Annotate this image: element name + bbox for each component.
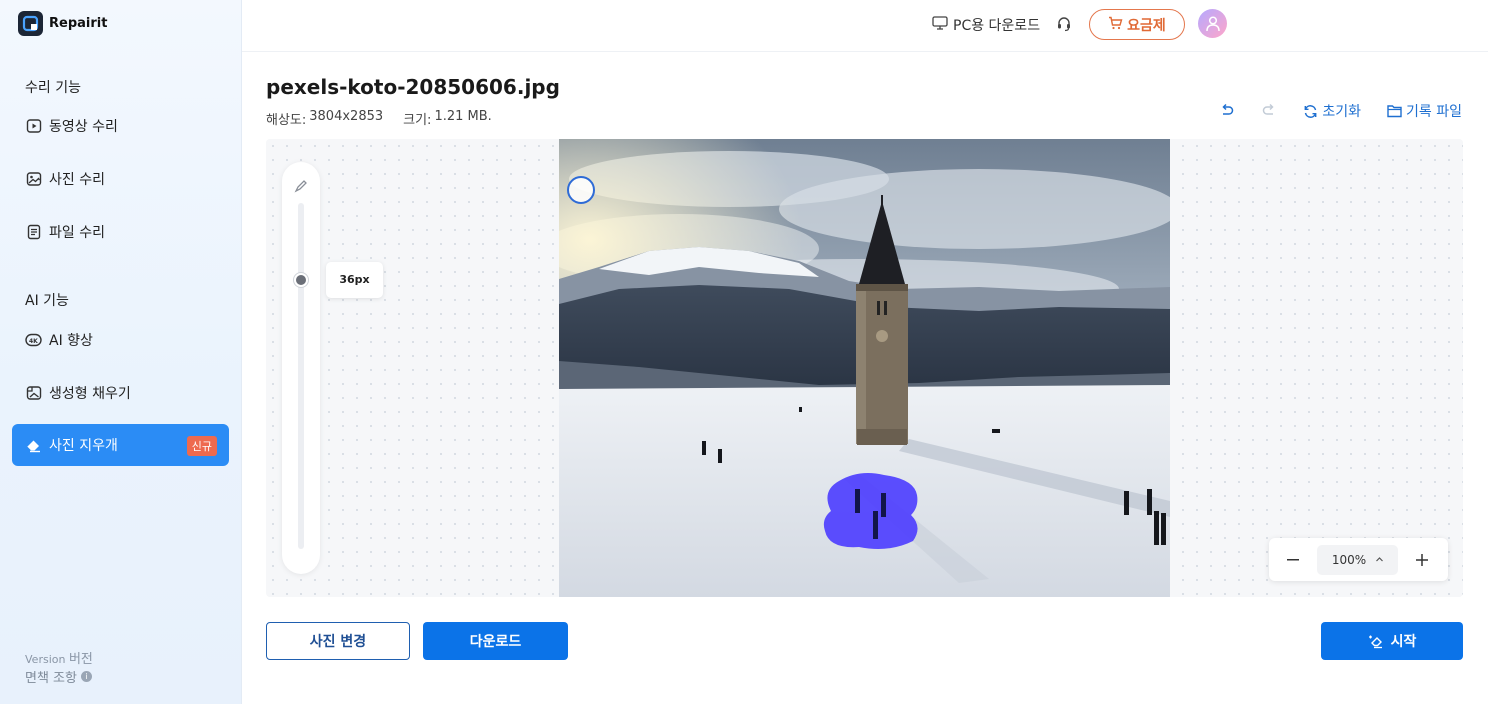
sidebar-item-label: 생성형 채우기 [49, 386, 131, 402]
sidebar: Repairit 수리 기능 동영상 수리 사진 수리 파일 수리 AI 기능 … [0, 0, 242, 704]
image-icon [25, 171, 42, 188]
brush-size-tooltip: 36px [326, 261, 383, 298]
refresh-icon [1304, 104, 1317, 118]
version-label: Version [25, 653, 66, 666]
editor-canvas[interactable] [266, 139, 1463, 597]
undo-button[interactable] [1219, 103, 1235, 119]
ai-enhance-icon: 4K [25, 332, 42, 349]
eraser-icon [25, 437, 42, 454]
sidebar-item-photo-repair[interactable]: 사진 수리 [12, 158, 229, 200]
app-name: Repairit [49, 16, 108, 31]
brush-size-slider-track[interactable] [298, 203, 304, 549]
svg-text:4K: 4K [29, 338, 38, 345]
version-info: Version 버전 [25, 648, 93, 667]
download-label: 다운로드 [469, 634, 522, 650]
zoom-level-select[interactable]: 100% [1317, 544, 1398, 575]
start-label: 시작 [1390, 634, 1417, 650]
topbar [242, 0, 1488, 52]
sidebar-item-label: 사진 지우개 [49, 438, 118, 454]
sidebar-item-label: 동영상 수리 [49, 119, 118, 135]
size-label: 크기: [403, 113, 432, 128]
new-badge: 신규 [186, 436, 217, 456]
brush-cursor [567, 176, 595, 204]
repairit-logo-icon [18, 11, 43, 36]
redo-button[interactable] [1261, 103, 1277, 119]
disclaimer-link[interactable]: 면책 조항 i [25, 667, 92, 686]
change-photo-label: 사진 변경 [309, 634, 367, 650]
zoom-out-button[interactable] [1269, 538, 1317, 581]
info-icon: i [80, 671, 92, 682]
size-value: 1.21 MB. [434, 109, 492, 124]
user-icon [1205, 16, 1220, 32]
sidebar-item-ai-enhance[interactable]: 4K AI 향상 [12, 319, 229, 361]
pc-download-link[interactable]: PC용 다운로드 [932, 15, 1040, 35]
user-avatar[interactable] [1198, 9, 1227, 38]
resolution-label: 해상도: [266, 113, 307, 128]
reset-label: 초기화 [1322, 104, 1362, 120]
sparkle-eraser-icon [1368, 635, 1382, 648]
app-logo[interactable]: Repairit [18, 11, 107, 36]
disclaimer-label: 면책 조항 [25, 671, 77, 686]
brush-icon [294, 178, 308, 197]
sidebar-item-file-repair[interactable]: 파일 수리 [12, 211, 229, 253]
sidebar-item-label: 파일 수리 [49, 225, 105, 241]
change-photo-button[interactable]: 사진 변경 [266, 622, 410, 660]
cart-icon [1108, 16, 1123, 34]
pc-download-label: PC용 다운로드 [953, 18, 1041, 34]
plus-icon [1416, 553, 1428, 566]
version-text: 버전 [68, 652, 93, 667]
pricing-button[interactable]: 요금제 [1089, 9, 1185, 40]
brush-size-slider-thumb[interactable] [294, 272, 308, 287]
zoom-level-value: 100% [1331, 552, 1367, 567]
file-icon [25, 224, 42, 241]
sidebar-item-video-repair[interactable]: 동영상 수리 [12, 105, 229, 147]
monitor-icon [932, 16, 948, 34]
file-name: pexels-koto-20850606.jpg [266, 75, 560, 99]
headset-support-icon[interactable] [1056, 15, 1072, 33]
section-title-ai: AI 기능 [25, 293, 69, 309]
file-meta: 해상도: 3804x2853 크기: 1.21 MB. [266, 109, 492, 128]
section-title-repair: 수리 기능 [25, 80, 81, 96]
pricing-label: 요금제 [1127, 17, 1166, 34]
resolution-info: 해상도: 3804x2853 [266, 109, 383, 128]
redo-icon [1263, 103, 1274, 115]
photo-image [559, 139, 1170, 597]
brush-size-panel [282, 162, 320, 574]
chevron-up-icon [1376, 557, 1384, 562]
undo-icon [1222, 103, 1234, 115]
minus-icon [1287, 558, 1299, 560]
sidebar-item-label: AI 향상 [49, 333, 93, 349]
zoom-control: 100% [1269, 538, 1448, 581]
download-button[interactable]: 다운로드 [423, 622, 568, 660]
sidebar-item-photo-eraser[interactable]: 사진 지우개 신규 [12, 424, 229, 466]
start-button[interactable]: 시작 [1321, 622, 1463, 660]
size-info: 크기: 1.21 MB. [403, 109, 492, 128]
history-files-button[interactable]: 기록 파일 [1387, 101, 1462, 121]
photo-preview[interactable] [559, 139, 1170, 597]
generative-fill-icon [25, 385, 42, 402]
zoom-in-button[interactable] [1398, 538, 1446, 581]
sidebar-item-label: 사진 수리 [49, 172, 105, 188]
sidebar-item-generative-fill[interactable]: 생성형 채우기 [12, 372, 229, 414]
folder-icon [1387, 105, 1402, 118]
edit-toolbar: 초기화 기록 파일 [1219, 101, 1462, 121]
video-icon [25, 118, 42, 135]
resolution-value: 3804x2853 [309, 109, 384, 124]
reset-button[interactable]: 초기화 [1303, 101, 1361, 121]
history-label: 기록 파일 [1406, 104, 1462, 120]
